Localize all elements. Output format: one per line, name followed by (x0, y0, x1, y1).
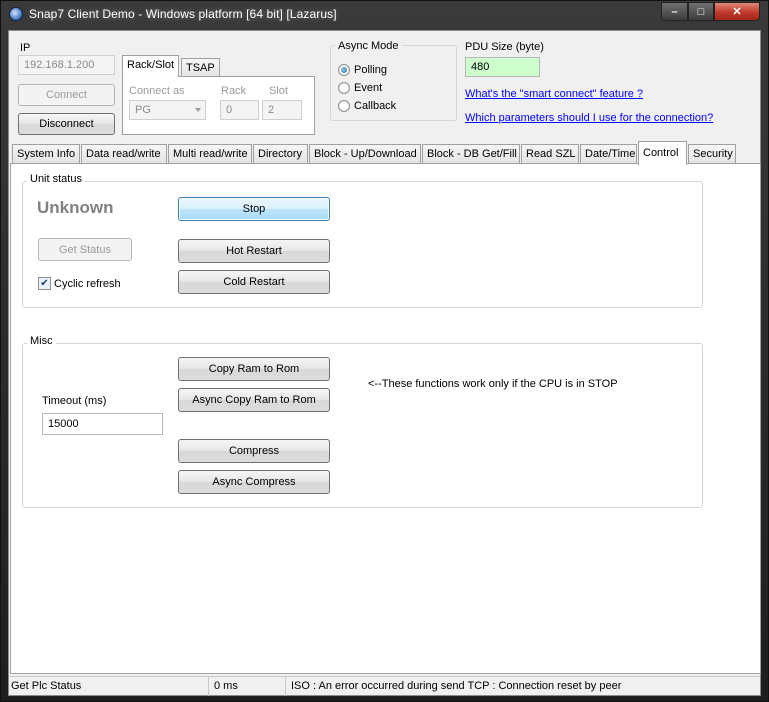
get-status-button[interactable]: Get Status (38, 238, 132, 261)
radio-label: Callback (354, 100, 397, 112)
minimize-button[interactable]: – (661, 2, 688, 21)
async-copy-ram-to-rom-button[interactable]: Async Copy Ram to Rom (178, 388, 330, 412)
cyclic-refresh-checkbox[interactable]: ✔ Cyclic refresh (38, 277, 121, 290)
status-error: ISO : An error occurred during send TCP … (291, 680, 622, 692)
title-bar[interactable]: Snap7 Client Demo - Windows platform [64… (1, 1, 768, 29)
copy-ram-to-rom-button[interactable]: Copy Ram to Rom (178, 357, 330, 381)
cyclic-refresh-label: Cyclic refresh (54, 277, 121, 290)
radio-label: Event (354, 82, 383, 94)
control-tab-panel: Unit status Unknown Get Status ✔ Cyclic … (10, 163, 761, 674)
radio-icon (338, 82, 350, 94)
connect-button[interactable]: Connect (18, 84, 115, 106)
maximize-button[interactable]: □ (688, 2, 714, 21)
async-compress-button[interactable]: Async Compress (178, 470, 330, 494)
tab-read-szl[interactable]: Read SZL (521, 144, 579, 164)
ip-input[interactable]: 192.168.1.200 (18, 55, 115, 75)
rack-label: Rack (221, 85, 247, 97)
tab-rack-slot[interactable]: Rack/Slot (122, 55, 180, 77)
radio-callback[interactable]: Callback (338, 100, 396, 112)
window-title: Snap7 Client Demo - Windows platform [64… (29, 7, 337, 21)
app-window: Snap7 Client Demo - Windows platform [64… (0, 0, 769, 702)
chevron-down-icon (195, 108, 201, 112)
tab-system-info[interactable]: System Info (12, 144, 80, 164)
rack-slot-panel: Connect as PG Rack 0 Slot 2 (122, 76, 315, 135)
smart-connect-link[interactable]: What's the "smart connect" feature ? (465, 88, 643, 100)
connect-as-value: PG (135, 104, 151, 116)
timeout-label: Timeout (ms) (42, 395, 107, 407)
connection-parameters-link[interactable]: Which parameters should I use for the co… (465, 112, 713, 124)
slot-input[interactable]: 2 (262, 100, 302, 120)
stop-button[interactable]: Stop (178, 197, 330, 221)
tab-data-read-write[interactable]: Data read/write (81, 144, 167, 164)
disconnect-button[interactable]: Disconnect (18, 113, 115, 135)
tab-security[interactable]: Security (688, 144, 736, 164)
tab-directory[interactable]: Directory (253, 144, 308, 164)
radio-label: Polling (354, 64, 388, 76)
radio-event[interactable]: Event (338, 82, 382, 94)
tab-tsap[interactable]: TSAP (181, 58, 220, 77)
rack-input[interactable]: 0 (220, 100, 259, 120)
radio-icon (338, 100, 350, 112)
radio-icon (338, 64, 350, 76)
ip-label: IP (20, 42, 31, 54)
status-message: Get Plc Status (9, 677, 209, 696)
pdu-size-label: PDU Size (byte) (465, 41, 544, 53)
hot-restart-button[interactable]: Hot Restart (178, 239, 330, 263)
cpu-stop-note: <--These functions work only if the CPU … (368, 378, 618, 390)
slot-label: Slot (269, 85, 288, 97)
close-button[interactable]: ✕ (714, 2, 760, 21)
pdu-size-field: 480 (465, 57, 540, 77)
tab-control[interactable]: Control (638, 141, 687, 165)
connect-as-select[interactable]: PG (129, 100, 206, 120)
cold-restart-button[interactable]: Cold Restart (178, 270, 330, 294)
maximize-icon: □ (697, 5, 705, 18)
tab-block-db-get-fill[interactable]: Block - DB Get/Fill (422, 144, 520, 164)
radio-polling[interactable]: Polling (338, 64, 387, 76)
check-icon: ✔ (38, 277, 51, 290)
timeout-input[interactable]: 15000 (42, 413, 163, 435)
compress-button[interactable]: Compress (178, 439, 330, 463)
minimize-icon: – (671, 5, 678, 18)
snap7-app-icon[interactable] (9, 7, 23, 21)
caption-buttons: – □ ✕ (661, 2, 760, 21)
tab-multi-read-write[interactable]: Multi read/write (168, 144, 252, 164)
client-area: IP 192.168.1.200 Connect Disconnect Rack… (8, 30, 761, 696)
tab-block-up-download[interactable]: Block - Up/Download (309, 144, 421, 164)
unit-status-value: Unknown (37, 198, 114, 217)
unit-status-title: Unit status (27, 173, 85, 185)
async-mode-title: Async Mode (335, 40, 402, 52)
connect-as-label: Connect as (129, 85, 185, 97)
status-bar: Get Plc Status 0 ms ISO : An error occur… (9, 676, 760, 696)
misc-title: Misc (27, 335, 56, 347)
tab-date-time[interactable]: Date/Time (580, 144, 637, 164)
close-icon: ✕ (732, 6, 742, 18)
status-time: 0 ms (210, 677, 286, 696)
